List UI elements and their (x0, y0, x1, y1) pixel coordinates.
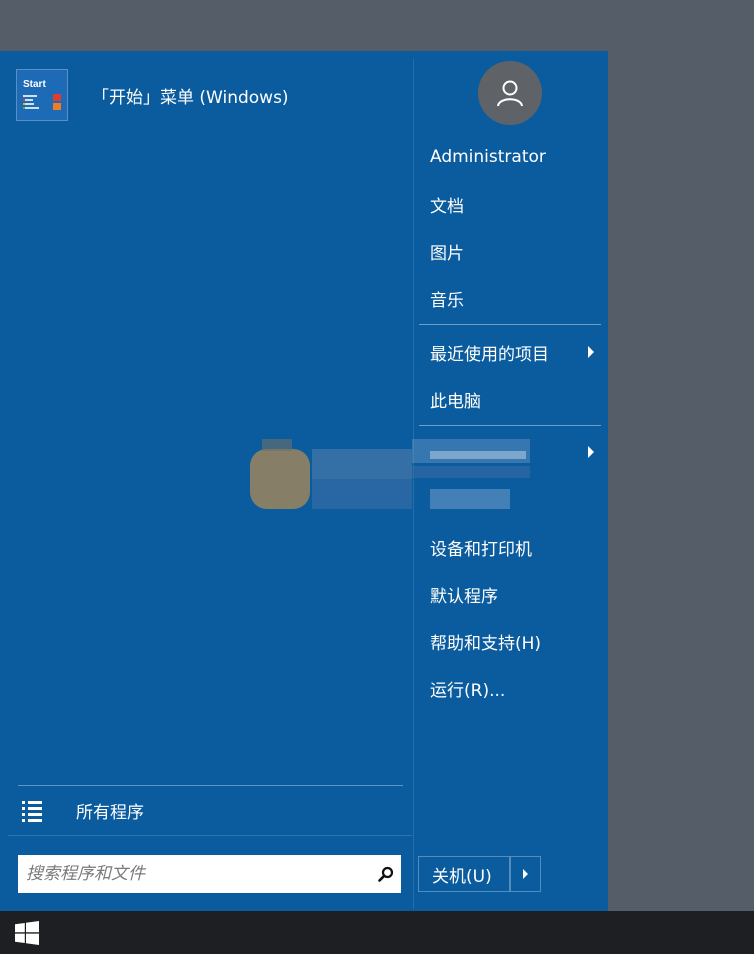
shutdown-button[interactable]: 关机(U) (418, 856, 510, 892)
menu-separator (419, 425, 601, 426)
menu-item-run[interactable]: 运行(R)... (419, 668, 602, 708)
start-menu: Start 「开始」菜单 (Windows) 所有程序 搜索程序和文件 Admi… (0, 51, 608, 911)
menu-item-label: 音乐 (430, 290, 464, 311)
menu-item-default-programs[interactable]: 默认程序 (419, 574, 602, 614)
all-programs-label: 所有程序 (76, 802, 144, 823)
shutdown-label: 关机(U) (432, 866, 492, 887)
chevron-right-icon (523, 869, 528, 879)
menu-item-label: 帮助和支持(H) (430, 633, 542, 654)
search-box[interactable] (18, 855, 401, 893)
start-menu-left-pane: Start 「开始」菜单 (Windows) 所有程序 搜索程序和文件 (0, 51, 413, 911)
pinned-item-start-menu[interactable]: Start 「开始」菜单 (Windows) (16, 68, 406, 122)
start-button[interactable] (0, 911, 54, 954)
menu-item-help-support[interactable]: 帮助和支持(H) (419, 621, 602, 661)
chevron-right-icon (588, 446, 594, 458)
menu-item-documents[interactable]: 文档 (419, 184, 602, 224)
start-menu-right-pane: Administrator 文档 图片 音乐 最近使用的项目 此电脑 设备和打印… (412, 51, 608, 911)
windows-logo-icon (15, 920, 39, 945)
pinned-item-label: 「开始」菜单 (Windows) (92, 87, 289, 108)
menu-item-pictures[interactable]: 图片 (419, 231, 602, 271)
user-name-link[interactable]: Administrator (419, 137, 602, 177)
list-icon (22, 799, 44, 822)
user-name-label: Administrator (430, 147, 546, 167)
chevron-right-icon (588, 346, 594, 358)
menu-separator (419, 324, 601, 325)
user-avatar[interactable] (478, 61, 542, 125)
menu-item-music[interactable]: 音乐 (419, 278, 602, 318)
menu-item-label: 最近使用的项目 (430, 344, 549, 365)
menu-item-label: 图片 (430, 243, 464, 264)
menu-item-this-pc[interactable]: 此电脑 (419, 379, 602, 419)
search-input[interactable] (18, 856, 371, 892)
menu-item-label: 运行(R)... (430, 680, 506, 701)
user-icon (497, 80, 523, 107)
all-programs-button[interactable]: 所有程序 (8, 786, 412, 834)
menu-item-label: 设备和打印机 (430, 539, 532, 560)
taskbar (0, 911, 754, 954)
menu-item-label: 默认程序 (430, 586, 498, 607)
shutdown-options-button[interactable] (510, 856, 541, 892)
menu-item-label: 此电脑 (430, 391, 481, 412)
search-separator (8, 835, 412, 836)
start-menu-app-icon: Start (16, 69, 68, 121)
menu-item-devices-printers[interactable]: 设备和打印机 (419, 527, 602, 567)
menu-item-recent-items[interactable]: 最近使用的项目 (419, 332, 602, 372)
menu-item-label: 文档 (430, 196, 464, 217)
search-icon[interactable] (371, 856, 401, 892)
